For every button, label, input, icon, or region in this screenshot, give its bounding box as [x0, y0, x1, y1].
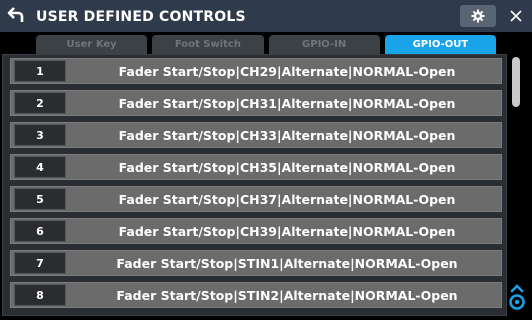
list-item[interactable]: 6 Fader Start/Stop|CH39|Alternate|NORMAL… — [10, 218, 502, 244]
row-number-button[interactable]: 4 — [14, 156, 66, 178]
row-assignment: Fader Start/Stop|STIN1|Alternate|NORMAL-… — [116, 255, 458, 271]
tab-foot-switch[interactable]: Foot Switch — [152, 35, 264, 54]
list-item[interactable]: 3 Fader Start/Stop|CH33|Alternate|NORMAL… — [10, 122, 502, 148]
scroll-down-button[interactable] — [507, 284, 527, 314]
gear-icon — [471, 9, 485, 23]
list-item[interactable]: 7 Fader Start/Stop|STIN1|Alternate|NORMA… — [10, 250, 502, 276]
title-bar: USER DEFINED CONTROLS — [0, 0, 532, 32]
row-number-button[interactable]: 6 — [14, 220, 66, 242]
list-item[interactable]: 1 Fader Start/Stop|CH29|Alternate|NORMAL… — [10, 58, 502, 84]
row-number-button[interactable]: 5 — [14, 188, 66, 210]
scrollbar-thumb[interactable] — [512, 57, 520, 107]
row-number-button[interactable]: 2 — [14, 92, 66, 114]
row-assignment: Fader Start/Stop|CH39|Alternate|NORMAL-O… — [118, 223, 456, 239]
tab-user-key[interactable]: User Key — [36, 35, 148, 54]
scroll-down-icon — [509, 284, 525, 310]
row-assignment: Fader Start/Stop|CH33|Alternate|NORMAL-O… — [118, 127, 456, 143]
row-assignment: Fader Start/Stop|STIN2|Alternate|NORMAL-… — [116, 287, 458, 303]
row-assignment: Fader Start/Stop|CH31|Alternate|NORMAL-O… — [118, 95, 456, 111]
row-number-button[interactable]: 8 — [14, 284, 66, 306]
list-item[interactable]: 5 Fader Start/Stop|CH37|Alternate|NORMAL… — [10, 186, 502, 212]
list-item[interactable]: 4 Fader Start/Stop|CH35|Alternate|NORMAL… — [10, 154, 502, 180]
tab-bar: User Key Foot Switch GPIO-IN GPIO-OUT — [36, 35, 496, 54]
controls-list: 1 Fader Start/Stop|CH29|Alternate|NORMAL… — [2, 54, 507, 316]
close-button[interactable] — [505, 4, 527, 28]
row-assignment: Fader Start/Stop|CH37|Alternate|NORMAL-O… — [118, 191, 456, 207]
back-arrow-icon — [7, 7, 24, 22]
tab-gpio-in[interactable]: GPIO-IN — [268, 35, 380, 54]
row-assignment: Fader Start/Stop|CH29|Alternate|NORMAL-O… — [118, 63, 456, 79]
page-title: USER DEFINED CONTROLS — [36, 9, 246, 25]
back-button[interactable] — [4, 2, 28, 26]
list-item[interactable]: 2 Fader Start/Stop|CH31|Alternate|NORMAL… — [10, 90, 502, 116]
row-number-button[interactable]: 3 — [14, 124, 66, 146]
row-assignment: Fader Start/Stop|CH35|Alternate|NORMAL-O… — [118, 159, 456, 175]
list-item[interactable]: 8 Fader Start/Stop|STIN2|Alternate|NORMA… — [10, 282, 502, 308]
row-number-button[interactable]: 1 — [14, 60, 66, 82]
close-icon — [510, 10, 522, 22]
tab-gpio-out[interactable]: GPIO-OUT — [384, 35, 496, 54]
settings-button[interactable] — [460, 5, 496, 27]
row-number-button[interactable]: 7 — [14, 252, 66, 274]
